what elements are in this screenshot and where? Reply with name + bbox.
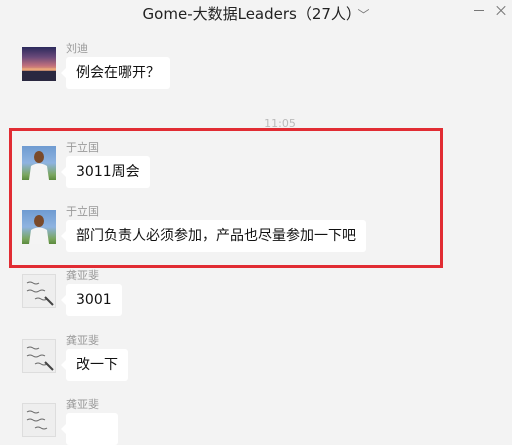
avatar[interactable]	[22, 274, 56, 308]
message-bubble[interactable]: 3001	[61, 284, 122, 316]
highlight-box	[9, 128, 443, 268]
window-header: Gome-大数据Leaders（27人） ﹀	[0, 0, 512, 26]
minimize-icon[interactable]	[474, 5, 486, 17]
sender-name: 龚亚斐	[66, 398, 99, 411]
sender-name: 龚亚斐	[66, 269, 99, 282]
sunset-avatar-icon	[22, 68, 56, 81]
message-bubble[interactable]: 改一下	[61, 349, 128, 381]
avatar[interactable]	[22, 403, 56, 437]
avatar[interactable]	[22, 339, 56, 373]
chevron-down-icon[interactable]: ﹀	[357, 8, 369, 22]
message-bubble[interactable]: 例会在哪开？	[61, 57, 170, 89]
message-bubble[interactable]	[61, 413, 118, 445]
sender-name: 刘迪	[66, 42, 88, 55]
close-icon[interactable]	[495, 5, 507, 17]
handwriting-avatar-icon	[26, 281, 54, 306]
chat-title[interactable]: Gome-大数据Leaders（27人） ﹀	[0, 3, 512, 24]
chat-title-text: Gome-大数据Leaders（27人）	[142, 5, 354, 23]
avatar[interactable]	[22, 47, 56, 81]
handwriting-avatar-icon	[26, 410, 48, 430]
sender-name: 龚亚斐	[66, 334, 99, 347]
handwriting-avatar-icon	[26, 346, 54, 371]
